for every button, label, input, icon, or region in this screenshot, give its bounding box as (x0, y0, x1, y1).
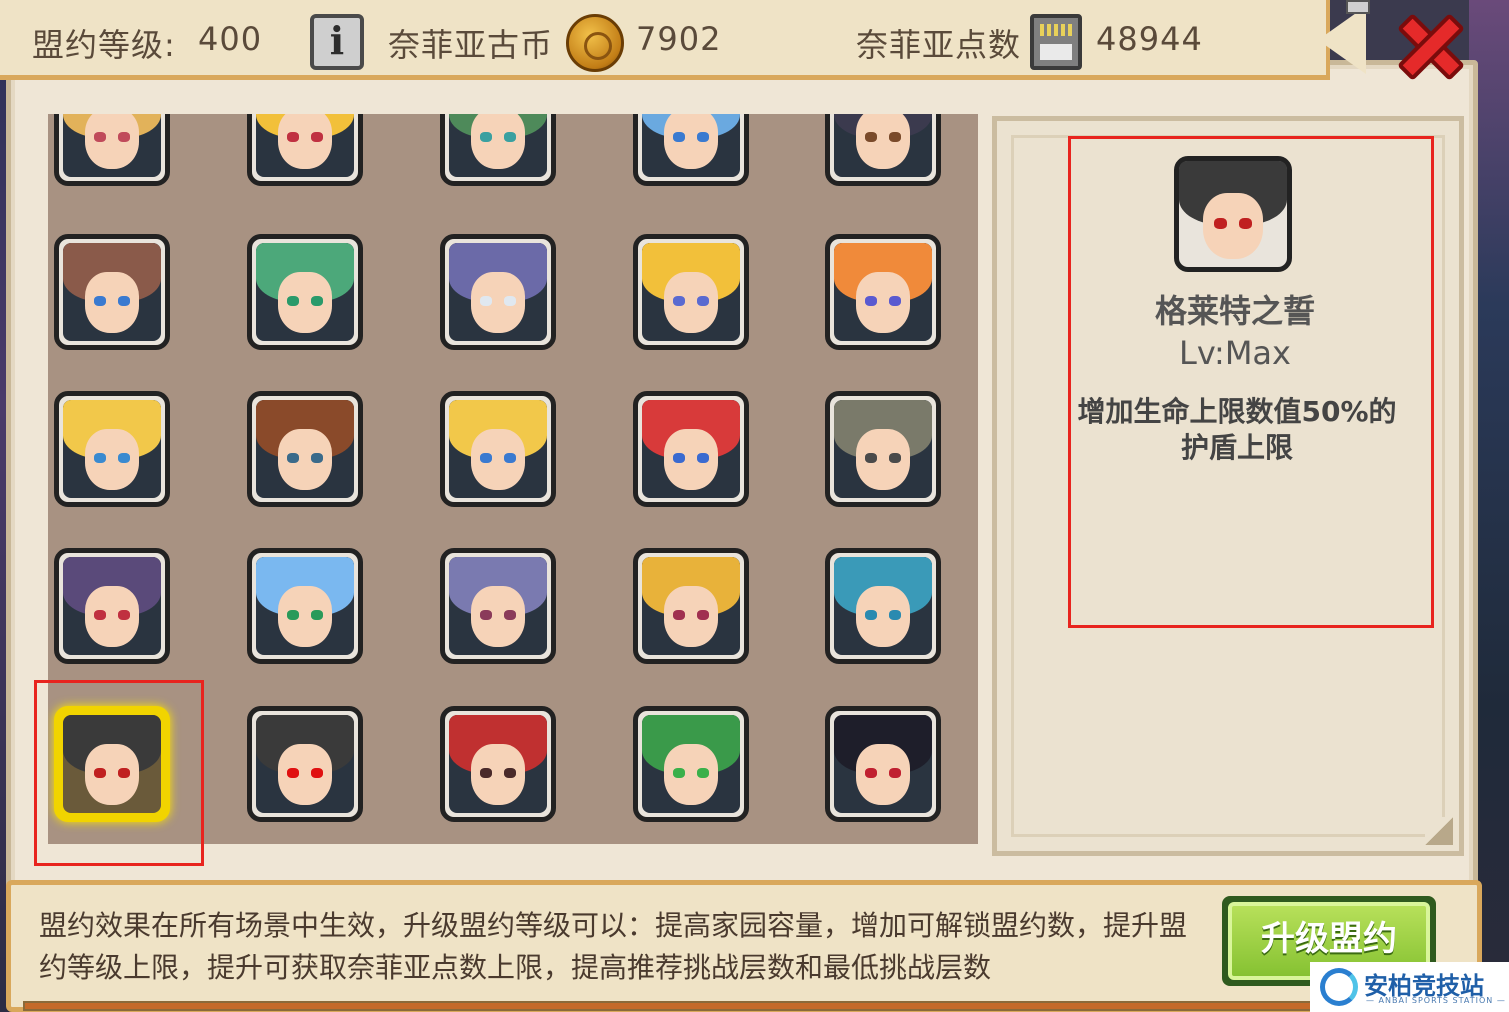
level-progress-fill (25, 1003, 1321, 1009)
points-value: 48944 (1096, 20, 1203, 58)
alliance-portrait[interactable] (440, 391, 556, 507)
resource-header: 盟约等级: 400 i 奈菲亚古币 7902 奈菲亚点数 48944 (0, 0, 1330, 80)
alliance-portrait[interactable] (247, 234, 363, 350)
alliance-portrait[interactable] (54, 391, 170, 507)
watermark-logo-icon (1320, 968, 1358, 1006)
watermark-subtitle: — ANBAI SPORTS STATION — (1366, 996, 1506, 1005)
alliance-level: Lv:Max (1179, 334, 1291, 372)
alliance-portrait[interactable] (54, 234, 170, 350)
watermark: 安柏竞技站 — ANBAI SPORTS STATION — (1310, 962, 1509, 1012)
alliance-portrait[interactable] (825, 234, 941, 350)
alliance-effect-description: 增加生命上限数值50%的护盾上限 (1077, 395, 1397, 464)
page-fold-icon (1425, 817, 1453, 845)
chip-icon (1030, 14, 1082, 70)
alliance-portrait[interactable] (633, 391, 749, 507)
alliance-portrait[interactable] (54, 114, 170, 186)
alliance-level-value: 400 (198, 20, 263, 58)
alliance-portrait[interactable] (633, 114, 749, 186)
info-icon[interactable]: i (310, 14, 364, 70)
header-ribbon-tail (1318, 6, 1366, 74)
alliance-portrait[interactable] (825, 391, 941, 507)
alliance-portrait[interactable] (247, 548, 363, 664)
points-label: 奈菲亚点数 (856, 26, 1022, 64)
alliance-portrait[interactable] (825, 706, 941, 822)
alliance-name: 格莱特之誓 (1154, 292, 1315, 330)
footer-description: 盟约效果在所有场景中生效，升级盟约等级可以：提高家园容量，增加可解锁盟约数，提升… (39, 909, 1188, 984)
top-tab (1346, 0, 1370, 14)
alliance-portrait[interactable] (440, 234, 556, 350)
coin-label: 奈菲亚古币 (388, 26, 554, 64)
selection-highlight-box (34, 680, 204, 866)
alliance-portrait[interactable] (247, 391, 363, 507)
coin-value: 7902 (636, 20, 722, 58)
alliance-portrait[interactable] (633, 548, 749, 664)
detail-portrait (1174, 156, 1292, 272)
alliance-portrait[interactable] (825, 548, 941, 664)
alliance-portrait[interactable] (825, 114, 941, 186)
alliance-portrait[interactable] (633, 234, 749, 350)
alliance-portrait[interactable] (440, 114, 556, 186)
close-button[interactable] (1390, 6, 1470, 88)
alliance-portrait[interactable] (247, 114, 363, 186)
alliance-level-label: 盟约等级: (32, 26, 176, 64)
alliance-portrait[interactable] (633, 706, 749, 822)
alliance-portrait[interactable] (440, 548, 556, 664)
alliance-portrait[interactable] (440, 706, 556, 822)
alliance-portrait[interactable] (247, 706, 363, 822)
coin-icon (566, 14, 624, 72)
level-progress-bar (23, 1001, 1323, 1011)
alliance-portrait[interactable] (54, 548, 170, 664)
